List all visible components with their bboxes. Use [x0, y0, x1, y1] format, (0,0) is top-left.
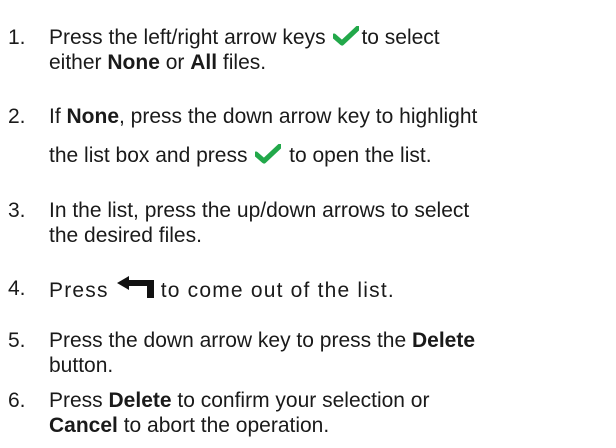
step-text-segment: If	[49, 105, 67, 128]
step-text-segment: files.	[217, 51, 267, 74]
delete-button-label: Delete	[108, 389, 172, 412]
step-number: 2.	[8, 105, 26, 128]
delete-button-label: Delete	[412, 329, 476, 352]
step-text-segment: either	[49, 51, 108, 74]
step-number: 4.	[8, 277, 26, 300]
step-text-segment: to select	[361, 26, 440, 49]
step-text-segment: the desired files.	[49, 224, 202, 247]
step-text-segment: to abort the operation.	[117, 414, 330, 437]
back-arrow-icon	[116, 276, 154, 298]
step-text: Press the down arrow key to press the De…	[49, 328, 616, 378]
step-text: In the list, press the up/down arrows to…	[49, 198, 616, 248]
step-text-segment: the list box and press	[49, 144, 254, 167]
step-text: Press Delete to confirm your selection o…	[49, 388, 616, 438]
step-text-segment: Press the down arrow key to press the	[49, 329, 412, 352]
step-text-segment: , press the down arrow key to highlight	[119, 105, 478, 128]
step-number: 6.	[8, 389, 26, 412]
step-number: 5.	[8, 329, 26, 352]
option-all-label: All	[190, 51, 218, 74]
step-text-segment: or	[159, 51, 191, 74]
step-text-segment: Press the left/right arrow keys	[49, 26, 332, 49]
checkmark-icon	[255, 144, 282, 164]
step-text-segment: button.	[49, 354, 114, 377]
step-number: 3.	[8, 199, 26, 222]
step-text: Press the left/right arrow keys to selec…	[49, 25, 616, 75]
step-number: 1.	[8, 26, 26, 49]
step-text: Press to come out of the list.	[49, 276, 616, 303]
step-text-segment: In the list, press the up/down arrows to…	[49, 199, 470, 222]
step-text-segment: to confirm your selection or	[171, 389, 430, 412]
step-text: If None, press the down arrow key to hig…	[49, 104, 616, 168]
step-text-segment: Press	[49, 279, 109, 302]
cancel-button-label: Cancel	[49, 414, 118, 437]
step-text-segment: Press	[49, 389, 109, 412]
option-none-label: None	[107, 51, 160, 74]
step-text-segment: to come out of the list.	[160, 279, 395, 302]
checkmark-icon	[333, 26, 360, 46]
option-none-label: None	[66, 105, 120, 128]
step-text-segment: to open the list.	[283, 144, 432, 167]
